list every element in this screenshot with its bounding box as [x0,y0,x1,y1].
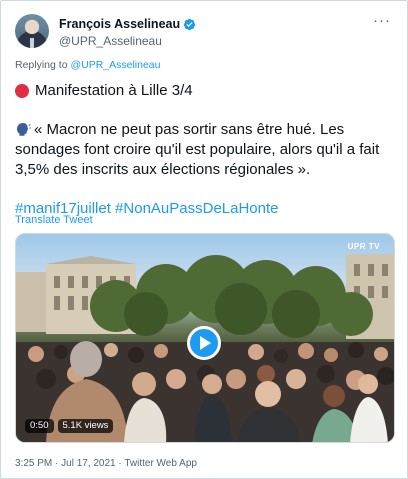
verified-badge-icon [183,18,196,30]
video-views: 5.1K views [57,419,114,433]
play-icon[interactable] [187,326,221,360]
tweet-timestamp[interactable]: 3:25 PM · Jul 17, 2021 · Twitter Web App [15,458,197,469]
video-player[interactable]: UPR TV 0:50 5.1K views [15,233,395,443]
tweet-body: « Macron ne peut pas sortir sans être hu… [15,120,395,180]
video-duration: 0:50 [25,419,54,433]
tweet-header: François Asselineau @UPR_Asselineau ··· [15,13,395,49]
author-name-block: François Asselineau @UPR_Asselineau [59,15,196,49]
author-avatar[interactable] [15,14,49,48]
translate-tweet-link[interactable]: Translate Tweet [15,214,93,226]
reply-context: Replying to @UPR_Asselineau [15,59,161,71]
author-handle[interactable]: @UPR_Asselineau [59,33,196,49]
reply-mention-link[interactable]: @UPR_Asselineau [70,59,160,71]
video-badges: 0:50 5.1K views [25,419,114,433]
video-watermark: UPR TV [347,242,380,251]
speaking-head-icon [17,123,31,136]
tweet-line1: Manifestation à Lille 3/4 [15,81,395,101]
tweet-body-text: « Macron ne peut pas sortir sans être hu… [15,121,380,178]
author-display-name-text[interactable]: François Asselineau [59,16,180,32]
more-dots-icon[interactable]: ··· [373,13,391,30]
author-display-name[interactable]: François Asselineau [59,16,196,32]
tweet-line1-text: Manifestation à Lille 3/4 [35,82,193,99]
reply-prefix: Replying to [15,59,68,71]
red-circle-emoji-icon [15,84,29,98]
tweet-card: François Asselineau @UPR_Asselineau ··· … [0,0,408,479]
tweet-text: Manifestation à Lille 3/4 « Macron ne pe… [15,81,395,219]
